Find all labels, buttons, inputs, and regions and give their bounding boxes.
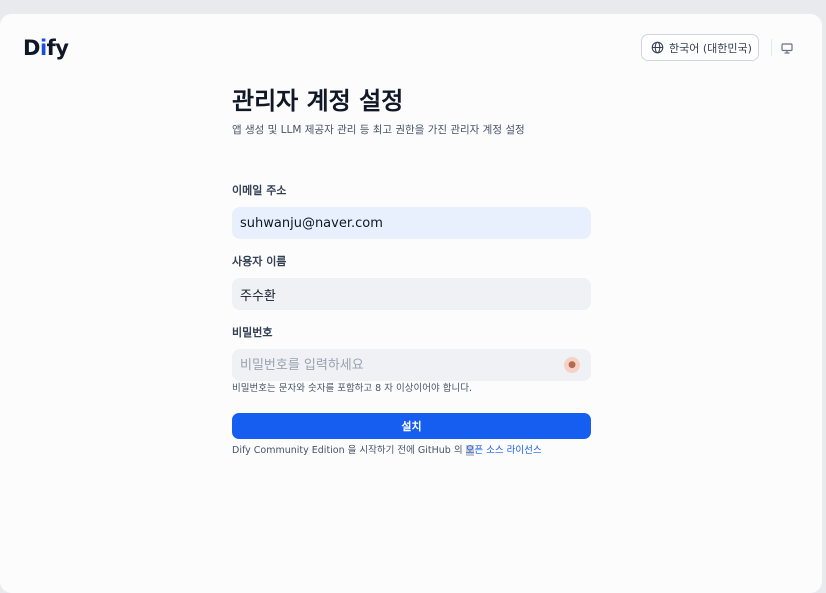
email-field[interactable] [232, 207, 591, 239]
show-password-icon[interactable]: ● [564, 357, 580, 373]
email-label: 이메일 주소 [232, 184, 287, 197]
setup-card: Di fy 한국어 (대한민국) 관리자 계정 설정 앱 생성 및 LLM 제공자… [0, 14, 822, 593]
logo-text-accent: i [39, 36, 47, 60]
license-notice: Dify Community Edition 을 시작하기 전에 GitHub … [232, 445, 542, 457]
open-source-license-link[interactable]: 오픈 소스 라이선스 [465, 445, 542, 456]
monitor-icon [781, 42, 793, 54]
password-field[interactable] [232, 349, 591, 381]
setup-form: 관리자 계정 설정 앱 생성 및 LLM 제공자 관리 등 최고 권한을 가진 … [232, 86, 591, 456]
display-mode-button[interactable] [778, 40, 796, 56]
page-title: 관리자 계정 설정 [232, 87, 404, 115]
username-label: 사용자 이름 [232, 255, 287, 268]
globe-icon [651, 41, 664, 54]
password-hint: 비밀번호는 문자와 숫자를 포함하고 8 자 이상이어야 합니다. [232, 383, 472, 394]
password-label: 비밀번호 [232, 326, 273, 339]
dify-logo: Di fy [23, 36, 69, 60]
username-field[interactable] [232, 278, 591, 310]
logo-text-suffix: fy [46, 36, 69, 60]
logo-text-prefix: D [23, 36, 40, 60]
header-divider [771, 39, 772, 56]
page-subtitle: 앱 생성 및 LLM 제공자 관리 등 최고 권한을 가진 관리자 계정 설정 [232, 124, 525, 136]
language-label: 한국어 (대한민국) [669, 41, 752, 55]
license-notice-text: Dify Community Edition 을 시작하기 전에 GitHub … [232, 445, 466, 456]
install-button[interactable]: 설치 [232, 413, 591, 439]
language-selector[interactable]: 한국어 (대한민국) [641, 34, 759, 61]
